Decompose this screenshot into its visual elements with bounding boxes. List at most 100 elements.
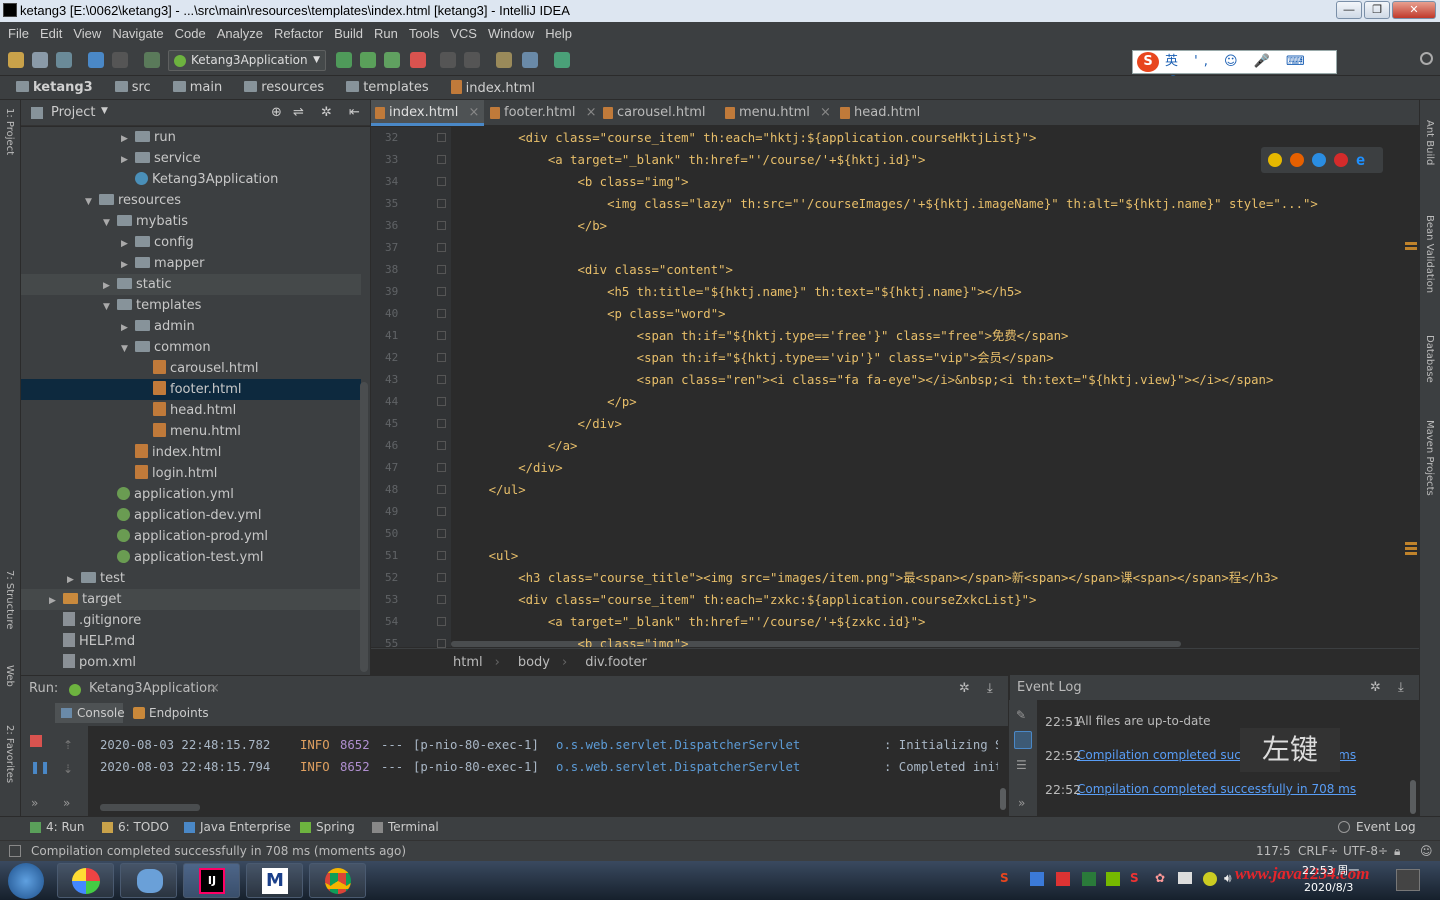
tree-item[interactable]: application-dev.yml	[21, 505, 361, 526]
tree-arrow-icon[interactable]: ▶	[121, 234, 135, 255]
tree-item[interactable]: head.html	[21, 400, 361, 421]
tool-project[interactable]: 1: Project	[4, 108, 15, 155]
settings-icon[interactable]: ✎	[1016, 708, 1026, 722]
tree-item[interactable]: menu.html	[21, 421, 361, 442]
fold-marker-icon[interactable]	[437, 287, 446, 296]
endpoints-tab[interactable]: Endpoints	[131, 703, 209, 723]
fold-marker-icon[interactable]	[437, 397, 446, 406]
vcs-update-icon[interactable]	[440, 52, 456, 68]
coverage-icon[interactable]	[384, 52, 400, 68]
tree-arrow-icon[interactable]: ▶	[67, 570, 81, 591]
menu-edit[interactable]: Edit	[40, 26, 62, 41]
tool-structure[interactable]: 7: Structure	[4, 570, 15, 629]
stop-icon[interactable]	[410, 52, 426, 68]
tree-item[interactable]: carousel.html	[21, 358, 361, 379]
tool-maven-projects[interactable]: Maven Projects	[1424, 420, 1435, 496]
tab-menu[interactable]: menu.html ×	[721, 100, 834, 126]
notification-icon[interactable]	[1396, 869, 1420, 891]
menu-help[interactable]: Help	[545, 26, 572, 41]
line-separator[interactable]: CRLF÷	[1298, 844, 1338, 858]
nvidia-icon[interactable]	[1106, 872, 1120, 886]
tree-item[interactable]: pom.xml	[21, 652, 361, 673]
tree-arrow-icon[interactable]: ▶	[103, 276, 117, 297]
fold-marker-icon[interactable]	[437, 265, 446, 274]
tree-arrow-icon[interactable]: ▶	[49, 591, 63, 612]
clock-date[interactable]: 2020/8/3	[1304, 881, 1353, 894]
inspector-icon[interactable]: ☺	[1420, 844, 1433, 858]
maximize-button[interactable]: ❐	[1364, 1, 1390, 19]
close-icon[interactable]: ×	[581, 105, 597, 120]
tray-icon[interactable]	[1203, 872, 1217, 886]
console-scrollbar[interactable]	[100, 804, 200, 811]
run-configuration-select[interactable]: Ketang3Application ▼	[168, 50, 326, 71]
debug-icon[interactable]	[360, 52, 376, 68]
fold-marker-icon[interactable]	[437, 441, 446, 450]
editor-breadcrumb-item[interactable]: div.footer	[585, 655, 647, 670]
tree-arrow-icon[interactable]: ▼	[85, 192, 99, 213]
safari-icon[interactable]	[1312, 153, 1326, 167]
gear-icon[interactable]: ✲	[1370, 680, 1381, 695]
tree-item[interactable]: ▶ test	[21, 568, 361, 589]
rerun-icon[interactable]	[336, 52, 352, 68]
tree-arrow-icon[interactable]: ▼	[103, 213, 117, 234]
run-config-tab[interactable]: Ketang3Application	[89, 681, 215, 696]
tree-item[interactable]: ▼ templates	[21, 295, 361, 316]
gear-icon[interactable]: ✲	[959, 681, 970, 696]
breadcrumb-item[interactable]: src	[107, 80, 151, 95]
sync-icon[interactable]	[56, 52, 72, 68]
tree-item[interactable]: application.yml	[21, 484, 361, 505]
event-log-scrollbar[interactable]	[1407, 700, 1419, 816]
stop-icon[interactable]	[30, 735, 42, 747]
sogou-icon[interactable]: S	[1000, 871, 1009, 885]
tree-item[interactable]: ▶ mapper	[21, 253, 361, 274]
fold-marker-icon[interactable]	[437, 353, 446, 362]
fold-marker-icon[interactable]	[437, 529, 446, 538]
fold-marker-icon[interactable]	[437, 309, 446, 318]
console-output[interactable]: 2020-08-03 22:48:15.782 INFO 8652 --- [p-nio…	[88, 730, 1002, 815]
tree-item[interactable]: ▶ config	[21, 232, 361, 253]
chrome-icon[interactable]	[1268, 153, 1282, 167]
tree-arrow-icon[interactable]: ▼	[121, 339, 135, 360]
back-icon[interactable]	[88, 52, 104, 68]
tree-arrow-icon[interactable]: ▶	[121, 129, 135, 150]
opera-icon[interactable]	[1334, 153, 1348, 167]
mark-read-icon[interactable]	[1014, 731, 1032, 749]
fold-marker-icon[interactable]	[437, 485, 446, 494]
minimize-button[interactable]: —	[1336, 1, 1362, 19]
menu-refactor[interactable]: Refactor	[274, 26, 323, 41]
ime-toolbar[interactable]: S 英 ', ☺ 🎤 ⌨ 👤 👕 ▦	[1132, 50, 1337, 91]
tray-icon[interactable]	[1056, 872, 1070, 886]
project-structure-icon[interactable]	[522, 52, 538, 68]
menu-navigate[interactable]: Navigate	[112, 26, 163, 41]
tree-item[interactable]: ▶ admin	[21, 316, 361, 337]
menu-analyze[interactable]: Analyze	[217, 26, 263, 41]
tool-favorites[interactable]: 2: Favorites	[4, 725, 15, 783]
tree-item[interactable]: login.html	[21, 463, 361, 484]
tree-item[interactable]: .gitignore	[21, 610, 361, 631]
menu-view[interactable]: View	[73, 26, 101, 41]
tab-head[interactable]: head.html ×	[836, 100, 936, 146]
fold-marker-icon[interactable]	[437, 243, 446, 252]
fold-marker-icon[interactable]	[437, 639, 446, 648]
fold-marker-icon[interactable]	[437, 463, 446, 472]
tray-icon[interactable]: ✿	[1155, 871, 1165, 885]
fold-marker-icon[interactable]	[437, 507, 446, 516]
tree-item[interactable]: ▶ target	[21, 589, 361, 610]
console-vertical-scrollbar[interactable]	[998, 730, 1008, 815]
tray-icon[interactable]	[1082, 872, 1096, 886]
tree-item[interactable]: application-test.yml	[21, 547, 361, 568]
settings-icon[interactable]	[496, 52, 512, 68]
hide-panel-icon[interactable]: ⤓	[987, 681, 993, 696]
menu-code[interactable]: Code	[175, 26, 206, 41]
editor-breadcrumb-item[interactable]: body	[518, 655, 550, 670]
down-arrow-icon[interactable]: ⇣	[63, 762, 73, 776]
tree-item[interactable]: index.html	[21, 442, 361, 463]
editor-breadcrumb-item[interactable]: html	[453, 655, 483, 670]
breadcrumb-item[interactable]: templates	[338, 80, 429, 95]
file-encoding[interactable]: UTF-8÷	[1343, 844, 1388, 858]
tray-icon[interactable]	[1030, 872, 1044, 886]
search-everywhere-icon[interactable]	[1420, 52, 1433, 65]
tree-item[interactable]: Ketang3Application	[21, 169, 361, 190]
breadcrumb-item[interactable]: main	[165, 80, 222, 95]
firefox-icon[interactable]	[1290, 153, 1304, 167]
